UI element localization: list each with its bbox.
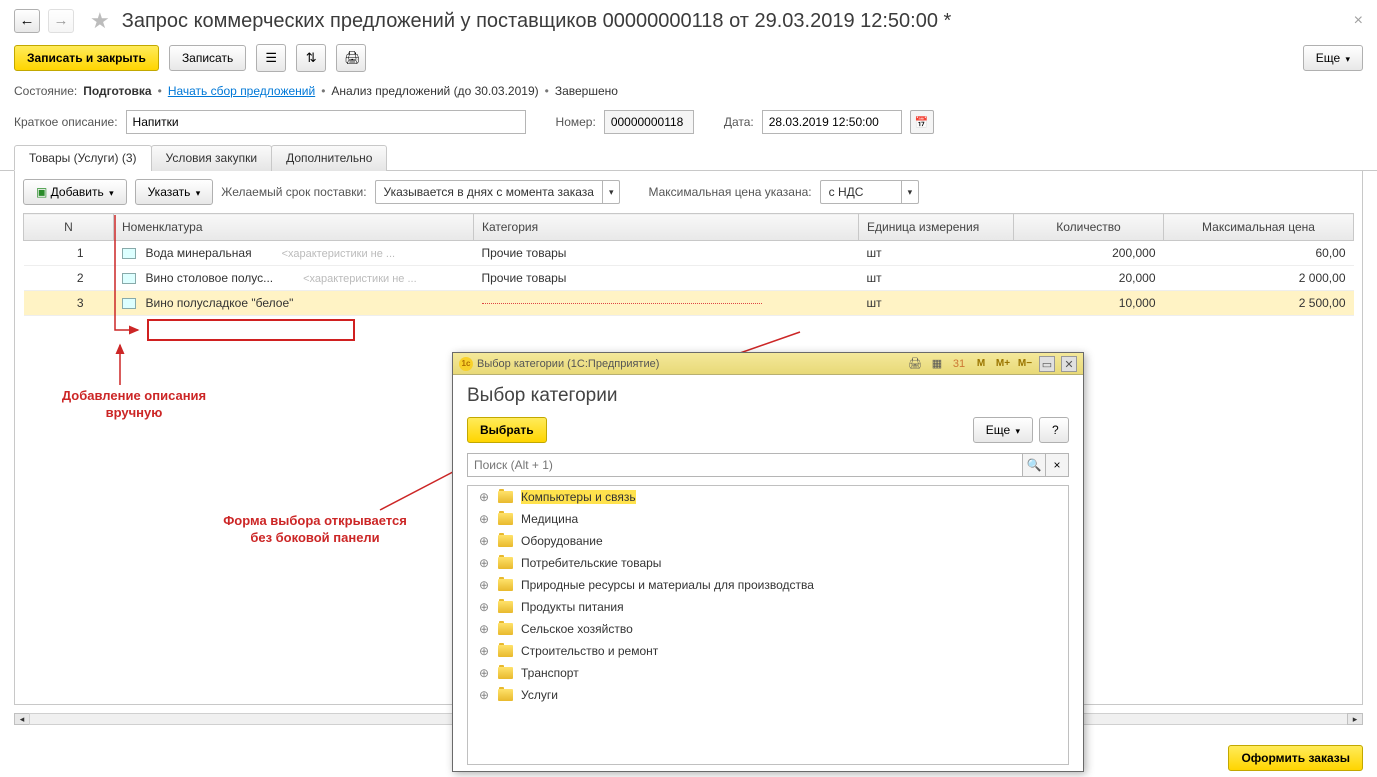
annotation-manual: Добавление описаниявручную [34, 388, 234, 422]
submit-orders-button[interactable]: Оформить заказы [1228, 745, 1363, 771]
desc-input[interactable] [126, 110, 526, 134]
expand-icon[interactable]: ⊕ [478, 644, 490, 658]
search-button[interactable]: 🔍 [1022, 453, 1046, 477]
delivery-label: Желаемый срок поставки: [221, 185, 366, 199]
status-stage-analysis: Анализ предложений (до 30.03.2019) [331, 84, 538, 98]
add-button[interactable]: ▣ Добавить ▾ [23, 179, 127, 205]
favorite-star-icon[interactable]: ★ [90, 8, 110, 34]
table-row[interactable]: 1 Вода минеральная<характеристики не ...… [24, 241, 1354, 266]
scroll-left[interactable]: ◂ [14, 713, 30, 725]
m-tool[interactable]: M [973, 356, 989, 372]
col-n: N [24, 214, 114, 241]
specify-button[interactable]: Указать ▾ [135, 179, 214, 205]
help-button[interactable]: ? [1039, 417, 1069, 443]
print-button[interactable]: 🖨 [336, 44, 366, 72]
tree-item[interactable]: ⊕Сельское хозяйство [468, 618, 1068, 640]
more-button[interactable]: Еще ▾ [1303, 45, 1363, 71]
expand-icon[interactable]: ⊕ [478, 556, 490, 570]
status-label: Состояние: [14, 84, 77, 98]
status-stage-prep: Подготовка [83, 84, 151, 98]
calendar-icon[interactable]: 31 [951, 356, 967, 372]
expand-icon[interactable]: ⊕ [478, 622, 490, 636]
col-nomen: Номенклатура [114, 214, 474, 241]
col-price: Максимальная цена [1164, 214, 1354, 241]
folder-icon [498, 623, 513, 635]
minimize-icon[interactable]: ▭ [1039, 356, 1055, 372]
date-input[interactable] [762, 110, 902, 134]
folder-icon [498, 645, 513, 657]
dialog-close-icon[interactable]: ✕ [1061, 356, 1077, 372]
search-input[interactable] [467, 453, 1023, 477]
status-stage-done: Завершено [555, 84, 618, 98]
back-button[interactable]: ← [14, 9, 40, 33]
dialog-titlebar-text: Выбор категории (1С:Предприятие) [477, 358, 659, 370]
folder-icon [498, 557, 513, 569]
category-dialog: 1c Выбор категории (1С:Предприятие) 🖨 ▦ … [452, 352, 1084, 772]
exchange-button[interactable]: ⇅ [296, 44, 326, 72]
desc-label: Краткое описание: [14, 115, 118, 129]
expand-icon[interactable]: ⊕ [478, 688, 490, 702]
col-qty: Количество [1014, 214, 1164, 241]
folder-icon [498, 689, 513, 701]
dialog-title: Выбор категории [467, 385, 1069, 407]
tree-item[interactable]: ⊕Медицина [468, 508, 1068, 530]
num-input[interactable] [604, 110, 694, 134]
grid-icon[interactable]: ▦ [929, 356, 945, 372]
tree-item[interactable]: ⊕Транспорт [468, 662, 1068, 684]
dialog-more-button[interactable]: Еще ▾ [973, 417, 1033, 443]
tree-item[interactable]: ⊕Природные ресурсы и материалы для произ… [468, 574, 1068, 596]
tree-item[interactable]: ⊕Оборудование [468, 530, 1068, 552]
expand-icon[interactable]: ⊕ [478, 578, 490, 592]
tree-item[interactable]: ⊕Потребительские товары [468, 552, 1068, 574]
num-label: Номер: [556, 115, 596, 129]
tree-item[interactable]: ⊕Продукты питания [468, 596, 1068, 618]
clear-search-button[interactable]: × [1045, 453, 1069, 477]
table-row[interactable]: 3 Вино полусладкое "белое" шт 10,000 2 5… [24, 291, 1354, 316]
col-unit: Единица измерения [859, 214, 1014, 241]
maxprice-select[interactable]: с НДС▾ [820, 180, 920, 204]
date-label: Дата: [724, 115, 754, 129]
folder-icon [498, 601, 513, 613]
expand-icon[interactable]: ⊕ [478, 490, 490, 504]
forward-button[interactable]: → [48, 9, 74, 33]
calendar-button[interactable]: 📅 [910, 110, 934, 134]
list-button[interactable]: ☰ [256, 44, 286, 72]
tree-item[interactable]: ⊕Услуги [468, 684, 1068, 706]
item-icon [122, 298, 136, 309]
folder-icon [498, 513, 513, 525]
expand-icon[interactable]: ⊕ [478, 534, 490, 548]
maxprice-label: Максимальная цена указана: [648, 185, 811, 199]
expand-icon[interactable]: ⊕ [478, 666, 490, 680]
category-tree: ⊕Компьютеры и связь⊕Медицина⊕Оборудовани… [467, 485, 1069, 765]
tree-item[interactable]: ⊕Строительство и ремонт [468, 640, 1068, 662]
expand-icon[interactable]: ⊕ [478, 600, 490, 614]
folder-icon [498, 579, 513, 591]
delivery-select[interactable]: Указывается в днях с момента заказа▾ [375, 180, 621, 204]
m-plus-tool[interactable]: M+ [995, 356, 1011, 372]
goods-table: N Номенклатура Категория Единица измерен… [23, 213, 1354, 316]
select-button[interactable]: Выбрать [467, 417, 547, 443]
folder-icon [498, 491, 513, 503]
tab-conditions[interactable]: Условия закупки [151, 145, 273, 171]
item-icon [122, 273, 136, 284]
tab-goods[interactable]: Товары (Услуги) (3) [14, 145, 152, 171]
logo-1c-icon: 1c [459, 357, 473, 371]
tree-item[interactable]: ⊕Компьютеры и связь [468, 486, 1068, 508]
scroll-right[interactable]: ▸ [1347, 713, 1363, 725]
save-close-button[interactable]: Записать и закрыть [14, 45, 159, 71]
col-cat: Категория [474, 214, 859, 241]
print-icon[interactable]: 🖨 [907, 356, 923, 372]
m-minus-tool[interactable]: M− [1017, 356, 1033, 372]
folder-icon [498, 667, 513, 679]
save-button[interactable]: Записать [169, 45, 246, 71]
table-row[interactable]: 2 Вино столовое полус...<характеристики … [24, 266, 1354, 291]
page-title: Запрос коммерческих предложений у постав… [122, 10, 952, 33]
item-icon [122, 248, 136, 259]
status-stage-collect[interactable]: Начать сбор предложений [168, 84, 315, 98]
tab-additional[interactable]: Дополнительно [271, 145, 387, 171]
close-icon[interactable]: × [1354, 12, 1363, 30]
annotation-form: Форма выбора открываетсябез боковой пане… [190, 513, 440, 547]
folder-icon [498, 535, 513, 547]
expand-icon[interactable]: ⊕ [478, 512, 490, 526]
